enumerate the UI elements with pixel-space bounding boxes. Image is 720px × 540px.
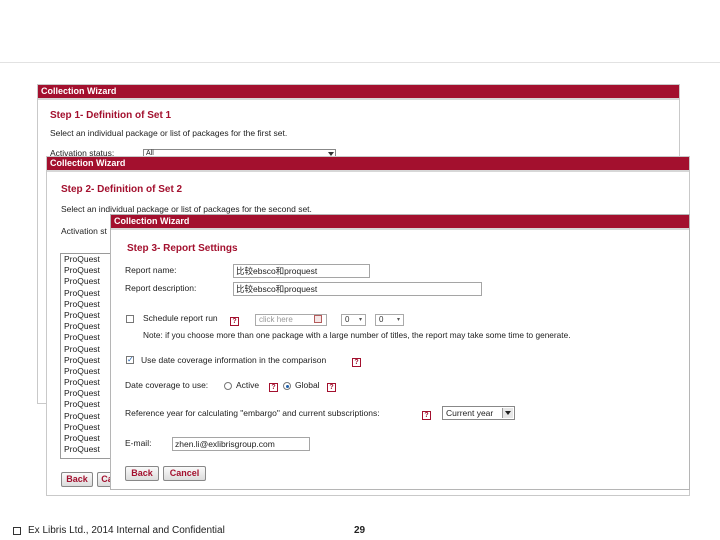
help-icon[interactable]: ? (422, 411, 431, 420)
slide-header-band (0, 0, 720, 62)
list-item[interactable]: ProQuest (61, 321, 111, 332)
step-instruction: Select an individual package or list of … (50, 128, 288, 138)
list-item[interactable]: ProQuest (61, 276, 111, 287)
list-item[interactable]: ProQuest (61, 265, 111, 276)
slide-footer: Ex Libris Ltd., 2014 Internal and Confid… (0, 518, 720, 540)
activation-status-label: Activation st (61, 226, 107, 236)
reference-year-value: Current year (446, 408, 494, 418)
list-item[interactable]: ProQuest (61, 444, 111, 455)
report-name-input[interactable]: 比较ebsco和proquest (233, 264, 370, 278)
list-item[interactable]: ProQuest (61, 299, 111, 310)
help-icon[interactable]: ? (352, 358, 361, 367)
global-radio[interactable] (283, 382, 291, 390)
list-item[interactable]: ProQuest (61, 411, 111, 422)
list-item[interactable]: ProQuest (61, 332, 111, 343)
report-description-label: Report description: (125, 283, 197, 293)
checkbox-checked-icon: ✓ (127, 355, 134, 364)
page-number: 29 (354, 525, 366, 536)
list-item[interactable]: ProQuest (61, 288, 111, 299)
footer-text: Ex Libris Ltd., 2014 Internal and Confid… (28, 525, 225, 536)
back-button[interactable]: Back (61, 472, 93, 487)
minute-select[interactable]: 0 ▾ (375, 314, 404, 326)
back-button[interactable]: Back (125, 466, 159, 481)
package-listbox[interactable]: ProQuest ProQuest ProQuest ProQuest ProQuest… (60, 253, 112, 459)
help-icon[interactable]: ? (327, 383, 336, 392)
window-titlebar: Collection Wizard (47, 157, 689, 172)
list-item[interactable]: ProQuest (61, 366, 111, 377)
hour-value: 0 (345, 315, 350, 324)
list-item[interactable]: ProQuest (61, 355, 111, 366)
help-icon[interactable]: ? (269, 383, 278, 392)
list-item[interactable]: ProQuest (61, 399, 111, 410)
dropdown-arrow-icon: ▾ (358, 317, 362, 323)
calendar-icon[interactable] (314, 315, 322, 323)
step-title: Step 1- Definition of Set 1 (50, 110, 172, 121)
footer-bullet-square-icon (13, 527, 21, 535)
list-item[interactable]: ProQuest (61, 433, 111, 444)
email-input[interactable]: zhen.li@exlibrisgroup.com (172, 437, 310, 451)
cancel-button[interactable]: Cancel (163, 466, 206, 481)
list-item[interactable]: ProQuest (61, 344, 111, 355)
step-instruction: Select an individual package or list of … (61, 204, 312, 214)
step-title: Step 3- Report Settings (127, 243, 238, 254)
help-icon[interactable]: ? (230, 317, 239, 326)
schedule-note: Note: if you choose more than one packag… (143, 330, 571, 340)
step-title: Step 2- Definition of Set 2 (61, 184, 183, 195)
list-item[interactable]: ProQuest (61, 377, 111, 388)
reference-year-label: Reference year for calculating "embargo"… (125, 408, 380, 418)
list-item[interactable]: ProQuest (61, 310, 111, 321)
global-label: Global (295, 380, 320, 390)
report-name-label: Report name: (125, 265, 177, 275)
reference-year-select[interactable]: Current year (442, 406, 515, 420)
window-titlebar: Collection Wizard (111, 215, 689, 230)
active-radio[interactable] (224, 382, 232, 390)
list-item[interactable]: ProQuest (61, 388, 111, 399)
email-label: E-mail: (125, 438, 152, 448)
date-coverage-label: Date coverage to use: (125, 380, 209, 390)
list-item[interactable]: ProQuest (61, 254, 111, 265)
list-item[interactable]: ProQuest (61, 422, 111, 433)
header-divider (0, 62, 720, 63)
hour-select[interactable]: 0 ▾ (341, 314, 366, 326)
use-date-coverage-checkbox[interactable]: ✓ (126, 356, 134, 364)
minute-value: 0 (379, 315, 384, 324)
window-titlebar: Collection Wizard (38, 85, 679, 100)
report-description-input[interactable]: 比较ebsco和proquest (233, 282, 482, 296)
collection-wizard-step3: Collection Wizard Step 3- Report Setting… (110, 214, 690, 490)
dropdown-arrow-icon: ▾ (396, 317, 400, 323)
schedule-checkbox[interactable] (126, 315, 134, 323)
use-date-coverage-label: Use date coverage information in the com… (141, 355, 327, 365)
schedule-label: Schedule report run (143, 313, 218, 323)
active-label: Active (236, 380, 260, 390)
dropdown-arrow-icon (502, 408, 513, 418)
